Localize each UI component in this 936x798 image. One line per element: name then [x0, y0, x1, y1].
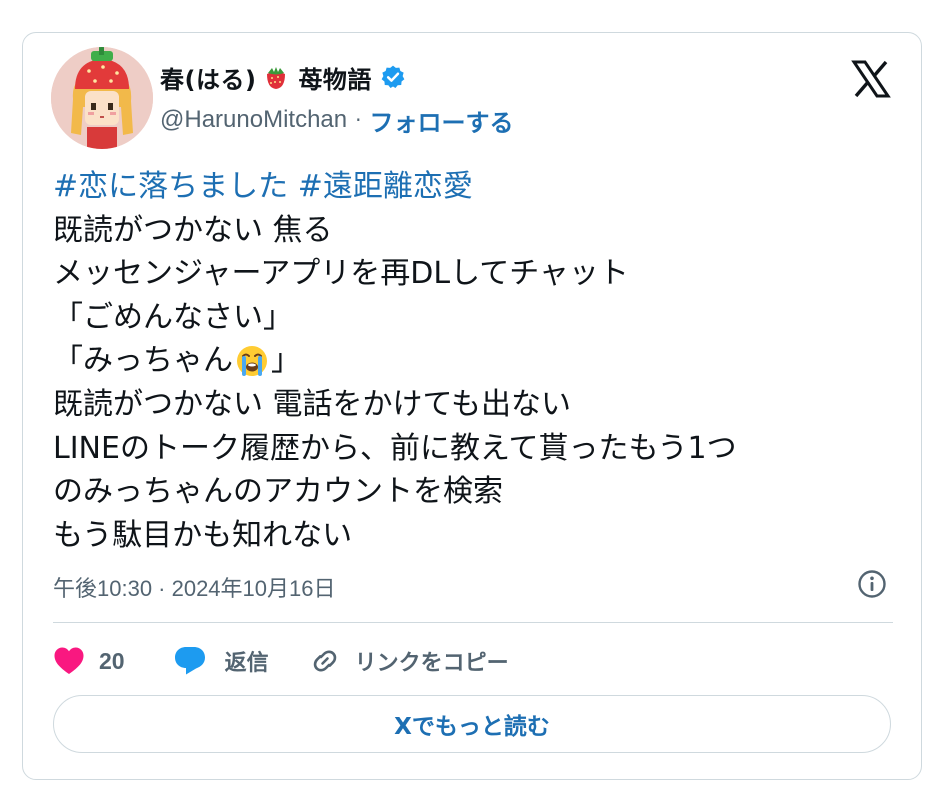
text-segment: 「みっちゃん: [53, 343, 233, 379]
heart-icon: [54, 647, 84, 674]
reply-label: 返信: [224, 651, 269, 676]
text-line: もう駄目かも知れない: [53, 517, 353, 553]
hashtag-line: #恋に落ちました #遠距離恋愛: [53, 165, 913, 209]
timestamp[interactable]: 午後10:30 · 2024年10月16日: [53, 571, 336, 603]
text-line: メッセンジャーアプリを再DLしてチャット: [53, 256, 629, 292]
like-button[interactable]: 20: [53, 646, 125, 676]
copy-link-label: リンクをコピー: [354, 651, 509, 676]
read-more-label: Xでもっと読む: [394, 714, 550, 740]
tweet-text: #恋に落ちました #遠距離恋愛 既読がつかない 焦る メッセンジャーアプリを再D…: [53, 165, 913, 557]
verified-badge-icon: [380, 64, 406, 90]
text-line: 「ごめんなさい」: [53, 299, 293, 335]
text-line-with-emoji: 「みっちゃん 」: [53, 339, 913, 383]
separator-dot: ·: [355, 108, 362, 132]
info-icon[interactable]: [857, 569, 887, 599]
handle-row: @HarunoMitchan · フォローする: [160, 103, 513, 137]
author-name[interactable]: 春(はる) 苺物語: [160, 59, 406, 95]
x-logo-icon[interactable]: [851, 59, 891, 99]
author-name-part1: 春(はる): [160, 65, 257, 94]
text-line: 既読がつかない 電話をかけても出ない: [53, 386, 572, 422]
divider: [53, 622, 893, 623]
copy-link-button[interactable]: リンクをコピー: [309, 645, 509, 677]
follow-button[interactable]: フォローする: [369, 103, 513, 138]
text-segment: 」: [271, 343, 301, 379]
reply-button[interactable]: 返信: [173, 645, 269, 677]
author-name-part2: 苺物語: [298, 65, 372, 94]
text-line: のみっちゃんのアカウントを検索: [53, 474, 503, 510]
read-more-on-x-button[interactable]: Xでもっと読む: [53, 695, 891, 753]
action-bar: 20 返信 リンクをコピー: [53, 641, 509, 681]
author-handle[interactable]: @HarunoMitchan: [160, 106, 347, 134]
like-count: 20: [99, 647, 125, 674]
crying-face-emoji: [235, 344, 269, 378]
tweet-card: 春(はる) 苺物語 @HarunoMitchan · フォローする #恋に落ちま…: [22, 32, 922, 780]
reply-bubble-icon: [174, 647, 205, 675]
hashtag-link[interactable]: #恋に落ちました: [53, 165, 288, 209]
link-icon: [313, 650, 336, 672]
text-line: LINEのトーク履歴から、前に教えて貰ったもう1つ: [53, 430, 737, 466]
strawberry-emoji: [264, 64, 288, 90]
hashtag-link[interactable]: #遠距離恋愛: [298, 165, 473, 209]
avatar[interactable]: [51, 47, 153, 149]
text-line: 既読がつかない 焦る: [53, 212, 333, 248]
